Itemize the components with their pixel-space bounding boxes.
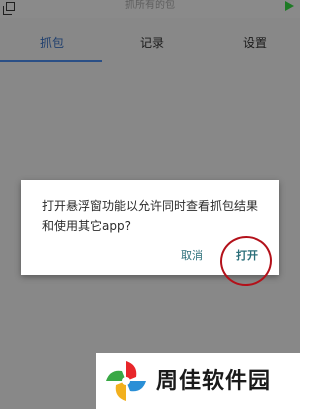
top-bar: 抓所有的包 (0, 0, 300, 18)
pinwheel-logo-icon (106, 361, 146, 401)
app-screen: 抓所有的包 抓包 记录 设置 打开悬浮窗功能以允许同时查看抓包结果和使用其它ap… (0, 0, 300, 409)
app-title: 抓所有的包 (125, 0, 175, 11)
play-icon[interactable] (285, 1, 294, 11)
watermark-text: 周佳软件园 (156, 369, 272, 394)
tab-capture[interactable]: 抓包 (40, 36, 64, 50)
tab-records[interactable]: 记录 (140, 36, 164, 50)
dialog-message: 打开悬浮窗功能以允许同时查看抓包结果和使用其它app? (42, 199, 259, 233)
tab-bar: 抓包 记录 设置 (0, 26, 300, 62)
tab-settings[interactable]: 设置 (243, 36, 267, 50)
cancel-button[interactable]: 取消 (181, 249, 203, 263)
watermark: 周佳软件园 (96, 353, 300, 409)
tab-indicator (0, 60, 102, 62)
